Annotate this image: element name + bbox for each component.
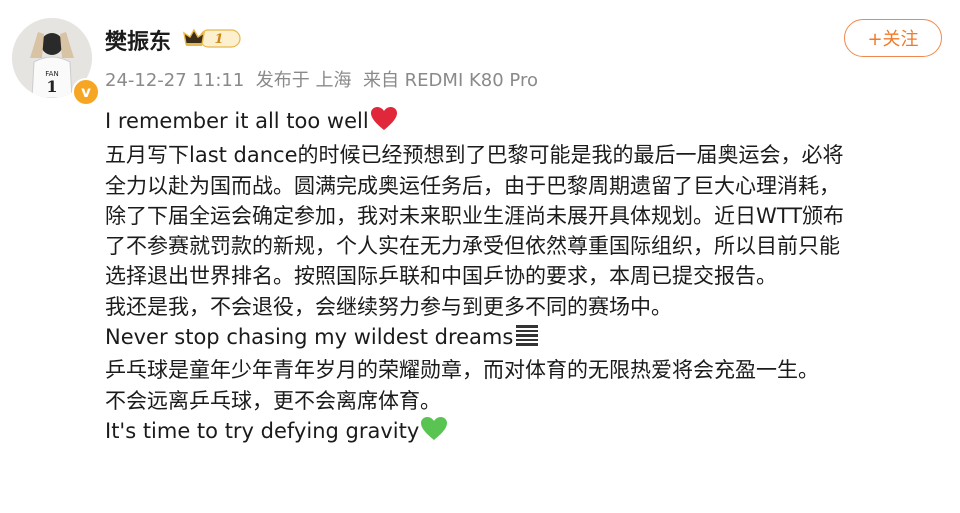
post-source: 来自 REDMI K80 Pro bbox=[362, 70, 538, 91]
post-line: Never stop chasing my wildest dreams bbox=[105, 322, 945, 355]
post-line: I remember it all too well bbox=[105, 106, 945, 140]
verified-badge-icon: v bbox=[72, 78, 100, 106]
avatar[interactable]: FAN 1 v bbox=[12, 18, 100, 106]
post-line: 乒乓球是童年少年青年岁月的荣耀勋章，而对体育的无限热爱将会充盈一生。 bbox=[105, 358, 819, 383]
post-line: 除了下届全运会确定参加，我对未来职业生涯尚未展开具体规划。近日WTT颁布 bbox=[105, 203, 845, 228]
post-content: I remember it all too well 五月写下last danc… bbox=[105, 106, 945, 450]
post-line: 选择退出世界排名。按照国际乒联和中国乒协的要求，本周已提交报告。 bbox=[105, 264, 777, 289]
svg-text:1: 1 bbox=[46, 77, 57, 96]
vip-badge[interactable]: 1 bbox=[182, 27, 242, 49]
bars-icon bbox=[515, 323, 539, 355]
svg-text:1: 1 bbox=[214, 32, 223, 47]
post-timestamp[interactable]: 24-12-27 11:11 bbox=[105, 70, 244, 91]
post-line: 全力以赴为国而战。圆满完成奥运任务后，由于巴黎周期遗留了巨大心理消耗， bbox=[105, 173, 840, 198]
crown-vip-icon: 1 bbox=[183, 28, 241, 48]
post-line: 我还是我，不会退役，会继续努力参与到更多不同的赛场中。 bbox=[105, 294, 672, 319]
author-name[interactable]: 樊振东 bbox=[105, 24, 171, 56]
red-heart-icon bbox=[370, 106, 398, 140]
post-line: It's time to try defying gravity bbox=[105, 416, 945, 450]
green-heart-icon bbox=[420, 416, 448, 450]
post-line: 不会远离乒乓球，更不会离席体育。 bbox=[105, 388, 441, 413]
post-meta: 24-12-27 11:11 发布于 上海 来自 REDMI K80 Pro bbox=[105, 66, 538, 92]
post-line: 了不参赛就罚款的新规，个人实在无力承受但依然尊重国际组织，所以目前只能 bbox=[105, 234, 840, 259]
post-location: 发布于 上海 bbox=[255, 70, 352, 91]
follow-button[interactable]: +关注 bbox=[844, 19, 942, 57]
post-line: 五月写下last dance的时候已经预想到了巴黎可能是我的最后一届奥运会，必将 bbox=[105, 143, 844, 168]
